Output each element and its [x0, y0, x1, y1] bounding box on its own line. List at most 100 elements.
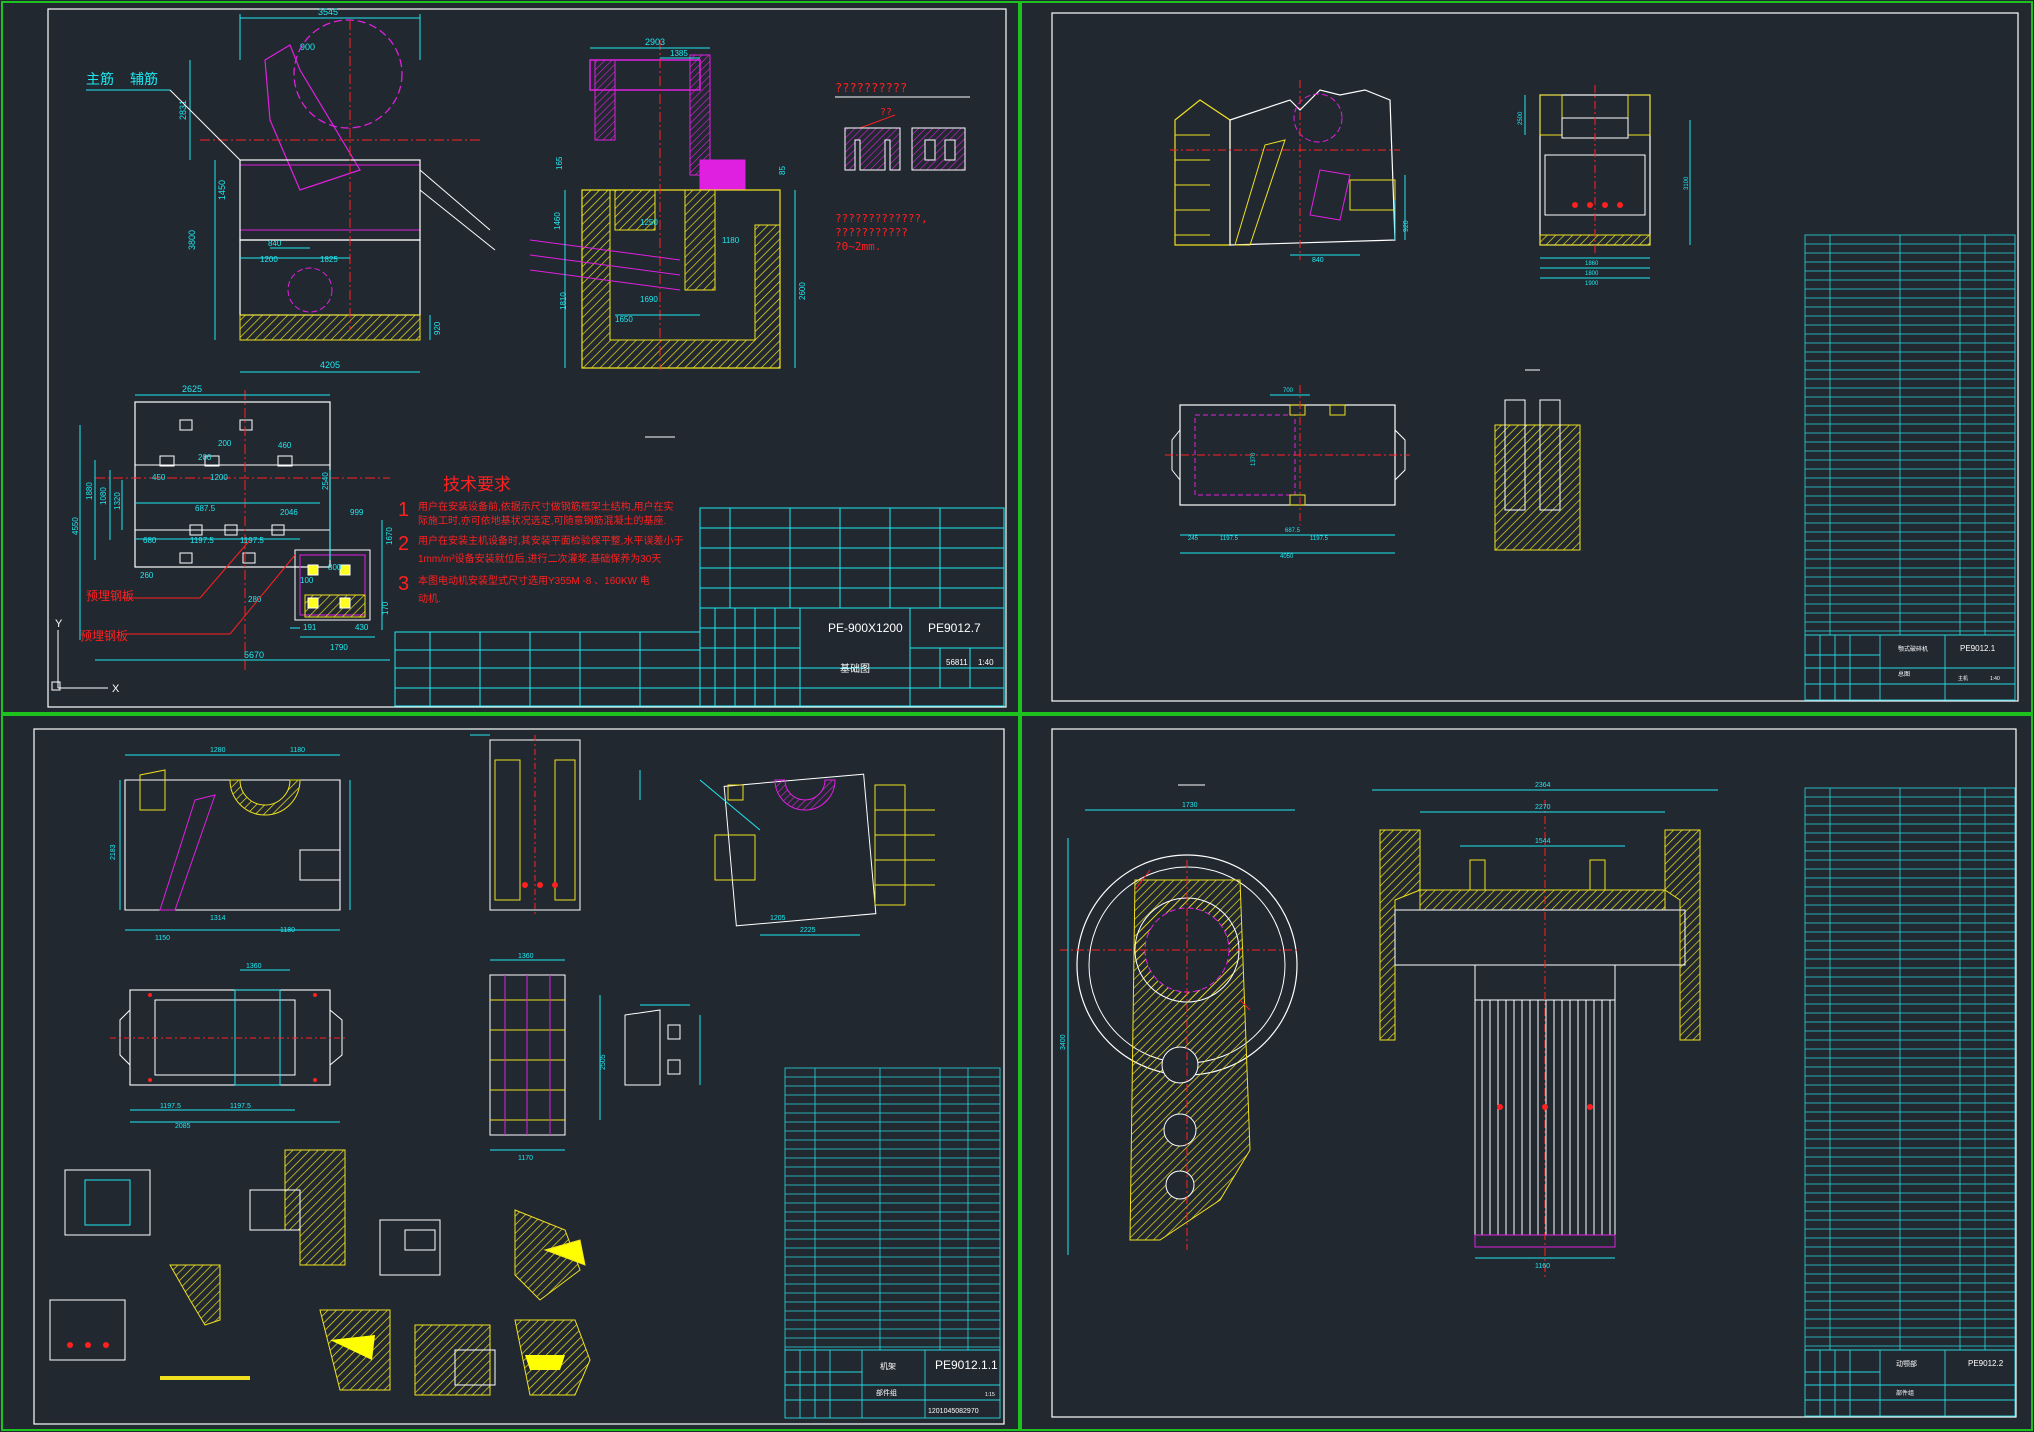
- s3-dim-1170: 1170: [518, 1155, 533, 1162]
- s3-dim-1180: 1180: [290, 747, 305, 754]
- s2-dim-1370: 1370: [1251, 452, 1257, 466]
- dim-1460: 1460: [553, 212, 562, 230]
- dim-430: 430: [355, 623, 369, 632]
- s2-dim-840: 840: [1312, 257, 1324, 264]
- tech-req-title: 技术要求: [443, 475, 511, 494]
- sheet2-general-assembly: 840 920 1860 1800 1900 3100 2500 700 119…: [1165, 80, 2016, 701]
- dim-2046: 2046: [280, 508, 298, 517]
- title-model: PE-900X1200: [828, 621, 903, 635]
- tech-req-1-line1: 用户在安装设备前,依据示尺寸做钢筋框架土结构,用户在实: [418, 500, 674, 513]
- dim-170: 170: [381, 601, 390, 615]
- crusher-side-view: 840 920: [1170, 80, 1410, 264]
- s4-drawing-no: PE9012.2: [1968, 1359, 2004, 1368]
- detail-title: ??????????: [835, 81, 907, 95]
- dim-100: 100: [300, 576, 314, 585]
- sheet2-title-block[interactable]: PE9012.1 颚式破碎机 总图 主机 1:40: [1804, 634, 2016, 701]
- sheet3-title-block[interactable]: PE9012.1.1 机架 部件组 1201045082970 1:15: [784, 1349, 1001, 1419]
- dim-1250: 1250: [640, 218, 658, 227]
- s4-title-sub: 部件组: [1896, 1389, 1914, 1397]
- tech-req-1-num: 1: [398, 499, 409, 521]
- dim-900: 900: [300, 42, 315, 52]
- s2-title-a: 颚式破碎机: [1898, 645, 1928, 653]
- jaw-plate-grooves: [1481, 1000, 1611, 1235]
- dim-4205: 4205: [320, 360, 340, 370]
- s3-dim-1314: 1314: [210, 915, 226, 922]
- side-section-view: 2903 1385 165 1460 1810 1250 1180 2600 1…: [529, 37, 807, 438]
- s2-dim-687-5: 687.5: [1285, 528, 1301, 534]
- sheet4-swing-jaw: 1730 3400 2364 2270 1544 1160 PE9012.2 动…: [1060, 782, 2016, 1417]
- dim-1080: 1080: [99, 487, 108, 505]
- rib-leader-2: [169, 89, 241, 161]
- dim-3800: 3800: [187, 230, 197, 250]
- tech-req-2-line2: 1mm/m²设备安装就位后,进行二次灌浆,基础保养为30天: [418, 552, 661, 565]
- detail-note-1: ?????????????,: [835, 212, 928, 225]
- s3-dim-1205: 1205: [770, 915, 786, 922]
- swing-jaw-front-view: 2364 2270 1544 1160: [1372, 782, 1718, 1280]
- viewport-top-left[interactable]: [1, 1, 1020, 714]
- sheet1-title-block[interactable]: PE-900X1200 PE9012.7 基础图 56811 1:40: [394, 607, 1005, 707]
- s3-dim-1150: 1150: [155, 935, 170, 942]
- s2-dim-245: 245: [1188, 536, 1199, 542]
- label-embedded-plate-1: 预埋钢板: [86, 589, 134, 603]
- sheet1-frame: [47, 8, 1007, 708]
- s2-dim-1197-5b: 1197.5: [1310, 536, 1329, 542]
- sheet1-upper-table: [699, 507, 1005, 609]
- title-name: 基础图: [840, 662, 870, 675]
- s3-title-code: 1201045082970: [928, 1408, 979, 1415]
- dim-85: 85: [778, 166, 787, 175]
- dim-260: 260: [140, 571, 154, 580]
- frame-rotated-view: 2225 1205: [699, 773, 935, 936]
- flywheel-side-view: 1730 3400: [1060, 784, 1300, 1255]
- s3-dim-2085: 2085: [175, 1123, 191, 1130]
- dim-680: 680: [143, 536, 157, 545]
- label-aux-rib: 辅筋: [130, 71, 158, 87]
- crusher-end-view: [1494, 369, 1581, 551]
- frame-end-grid-view: 1360 1170 2505: [489, 953, 607, 1162]
- dim-165: 165: [555, 156, 564, 170]
- s3-dim-2505: 2505: [600, 1054, 607, 1070]
- s2-drawing-no: PE9012.1: [1960, 644, 1996, 653]
- s2-dim-920: 920: [1403, 220, 1410, 232]
- dim-2903: 2903: [645, 37, 665, 47]
- dim-200b: 200: [198, 453, 212, 462]
- dim-2625: 2625: [182, 384, 202, 394]
- tech-req-3-num: 3: [398, 573, 409, 595]
- weld-detail-note: ?????????? ?? ?????????????, ???????????…: [835, 81, 970, 253]
- s2-dim-1197-5a: 1197.5: [1220, 536, 1239, 542]
- s2-title-scale: 1:40: [1990, 676, 2000, 682]
- title-drawing-no: PE9012.7: [928, 621, 981, 635]
- label-embedded-plate-2: 预埋钢板: [80, 629, 128, 643]
- sheet3-parts-list: [784, 1067, 1001, 1351]
- dim-999: 999: [350, 508, 364, 517]
- tech-req-2-num: 2: [398, 533, 409, 555]
- dim-840: 840: [268, 239, 282, 248]
- s3-dim-1360: 1360: [246, 963, 262, 970]
- dim-4550: 4550: [71, 517, 80, 535]
- dim-1690: 1690: [640, 295, 658, 304]
- tech-req-3-line2: 动机.: [418, 592, 441, 605]
- s4-dim-1730: 1730: [1182, 802, 1198, 809]
- cad-model-space[interactable]: 3545 900 2831 1450 3800 840 1200 1825 42…: [0, 0, 2034, 1432]
- s3-dim-1197-5b: 1197.5: [230, 1103, 251, 1110]
- s2-dim-1800: 1800: [1585, 271, 1599, 277]
- ucs-y-label: Y: [55, 618, 63, 630]
- s3-drawing-no: PE9012.1.1: [935, 1358, 998, 1372]
- dim-1180: 1180: [722, 236, 740, 245]
- s2-dim-2500: 2500: [1518, 111, 1524, 125]
- detail-note-3: ?0~2mm.: [835, 240, 881, 253]
- s3-dim-1180b: 1180: [280, 927, 295, 934]
- tech-req-2-line1: 用户在安装主机设备时,其安装平面检验保平整,水平误差小于: [418, 534, 684, 547]
- sheet2-parts-list: [1804, 234, 2016, 636]
- dim-1385: 1385: [670, 49, 688, 58]
- s4-dim-2270: 2270: [1535, 804, 1551, 811]
- sheet1-foundation-drawing: 3545 900 2831 1450 3800 840 1200 1825 42…: [51, 7, 1005, 707]
- parts-list-rows: [1805, 796, 2015, 1347]
- dim-460: 460: [278, 441, 292, 450]
- dim-1197-5b: 1197.5: [240, 536, 264, 545]
- detail-note-2: ???????????: [835, 226, 908, 239]
- sheet3-frame-parts: 1280 1180 2183 1150 1314 1180 2225 1205 …: [49, 734, 1001, 1419]
- sheet3-details: [49, 1149, 591, 1396]
- sheet4-title-block[interactable]: PE9012.2 动颚部 部件组: [1804, 1349, 2016, 1417]
- ucs-x-label: X: [112, 683, 120, 695]
- viewport-top-right[interactable]: [1020, 1, 2033, 714]
